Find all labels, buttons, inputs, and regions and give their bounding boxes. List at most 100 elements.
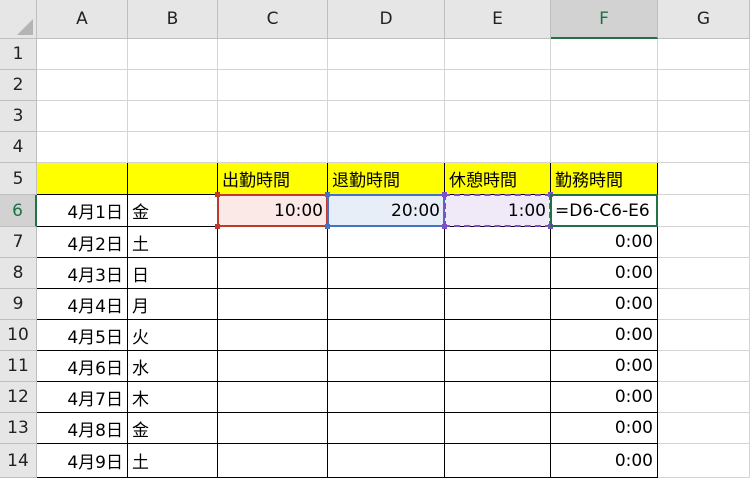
reference-corner-handle[interactable]	[548, 192, 553, 197]
row-header-8[interactable]: 8	[0, 258, 37, 289]
cell-a1[interactable]	[37, 39, 128, 70]
end-time-cell[interactable]	[328, 444, 445, 478]
cell-d1[interactable]	[328, 39, 445, 70]
work-time-cell[interactable]: 0:00	[551, 258, 658, 289]
column-header-c[interactable]: C	[218, 0, 328, 39]
cell-a2[interactable]	[37, 70, 128, 101]
formula-edit-cell[interactable]: =D6-C6-E6	[551, 195, 658, 227]
column-header-e[interactable]: E	[445, 0, 551, 39]
date-cell[interactable]: 4月3日	[37, 258, 128, 289]
cell-g13[interactable]	[658, 413, 750, 444]
header-cell-a5[interactable]	[37, 163, 128, 195]
cell-g9[interactable]	[658, 289, 750, 320]
header-cell-e5[interactable]: 休憩時間	[445, 163, 551, 195]
cell-d2[interactable]	[328, 70, 445, 101]
start-time-cell[interactable]	[218, 289, 328, 320]
cell-e2[interactable]	[445, 70, 551, 101]
start-time-cell[interactable]	[218, 351, 328, 382]
reference-corner-handle[interactable]	[215, 192, 220, 197]
end-time-cell[interactable]	[328, 320, 445, 351]
row-header-12[interactable]: 12	[0, 382, 37, 413]
break-time-cell[interactable]	[445, 351, 551, 382]
row-header-9[interactable]: 9	[0, 289, 37, 320]
header-cell-d5[interactable]: 退勤時間	[328, 163, 445, 195]
start-time-cell[interactable]: 10:00	[218, 195, 328, 227]
weekday-cell[interactable]: 水	[128, 351, 218, 382]
cell-g10[interactable]	[658, 320, 750, 351]
weekday-cell[interactable]: 日	[128, 258, 218, 289]
cell-f4[interactable]	[551, 132, 658, 163]
break-time-cell[interactable]	[445, 413, 551, 444]
column-header-g[interactable]: G	[658, 0, 750, 39]
cell-c3[interactable]	[218, 101, 328, 132]
end-time-cell[interactable]	[328, 258, 445, 289]
reference-corner-handle[interactable]	[215, 224, 220, 229]
end-time-cell[interactable]	[328, 382, 445, 413]
cell-g6[interactable]	[658, 195, 750, 227]
row-header-7[interactable]: 7	[0, 227, 37, 258]
start-time-cell[interactable]	[218, 382, 328, 413]
break-time-cell[interactable]	[445, 382, 551, 413]
weekday-cell[interactable]: 土	[128, 444, 218, 478]
row-header-6[interactable]: 6	[0, 195, 37, 227]
break-time-cell[interactable]	[445, 227, 551, 258]
weekday-cell[interactable]: 月	[128, 289, 218, 320]
row-header-14[interactable]: 14	[0, 444, 37, 478]
row-header-4[interactable]: 4	[0, 132, 37, 163]
cell-g8[interactable]	[658, 258, 750, 289]
cell-g14[interactable]	[658, 444, 750, 478]
reference-corner-handle[interactable]	[442, 192, 447, 197]
work-time-cell[interactable]: 0:00	[551, 444, 658, 478]
end-time-cell[interactable]	[328, 227, 445, 258]
cell-f2[interactable]	[551, 70, 658, 101]
reference-corner-handle[interactable]	[325, 192, 330, 197]
break-time-cell[interactable]	[445, 444, 551, 478]
work-time-cell[interactable]: 0:00	[551, 289, 658, 320]
end-time-cell[interactable]	[328, 289, 445, 320]
row-header-2[interactable]: 2	[0, 70, 37, 101]
date-cell[interactable]: 4月5日	[37, 320, 128, 351]
work-time-cell[interactable]: 0:00	[551, 320, 658, 351]
date-cell[interactable]: 4月9日	[37, 444, 128, 478]
work-time-cell[interactable]: 0:00	[551, 351, 658, 382]
weekday-cell[interactable]: 火	[128, 320, 218, 351]
cell-a4[interactable]	[37, 132, 128, 163]
cell-c1[interactable]	[218, 39, 328, 70]
cell-a3[interactable]	[37, 101, 128, 132]
break-time-cell[interactable]	[445, 320, 551, 351]
cell-e1[interactable]	[445, 39, 551, 70]
weekday-cell[interactable]: 木	[128, 382, 218, 413]
break-time-cell[interactable]	[445, 289, 551, 320]
row-header-1[interactable]: 1	[0, 39, 37, 70]
reference-corner-handle[interactable]	[442, 224, 447, 229]
cell-e4[interactable]	[445, 132, 551, 163]
row-header-3[interactable]: 3	[0, 101, 37, 132]
end-time-cell[interactable]: 20:00	[328, 195, 445, 227]
column-header-d[interactable]: D	[328, 0, 445, 39]
cell-g7[interactable]	[658, 227, 750, 258]
cell-b4[interactable]	[128, 132, 218, 163]
cell-g5[interactable]	[658, 163, 750, 195]
select-all-button[interactable]	[0, 0, 37, 39]
weekday-cell[interactable]: 金	[128, 413, 218, 444]
cell-c4[interactable]	[218, 132, 328, 163]
header-cell-c5[interactable]: 出勤時間	[218, 163, 328, 195]
cell-b3[interactable]	[128, 101, 218, 132]
start-time-cell[interactable]	[218, 413, 328, 444]
work-time-cell[interactable]: 0:00	[551, 382, 658, 413]
end-time-cell[interactable]	[328, 351, 445, 382]
cell-g4[interactable]	[658, 132, 750, 163]
column-header-f[interactable]: F	[551, 0, 658, 39]
cell-g2[interactable]	[658, 70, 750, 101]
row-header-5[interactable]: 5	[0, 163, 37, 195]
cell-d3[interactable]	[328, 101, 445, 132]
reference-corner-handle[interactable]	[548, 224, 553, 229]
start-time-cell[interactable]	[218, 444, 328, 478]
row-header-11[interactable]: 11	[0, 351, 37, 382]
cell-b2[interactable]	[128, 70, 218, 101]
work-time-cell[interactable]: 0:00	[551, 227, 658, 258]
cell-d4[interactable]	[328, 132, 445, 163]
cell-g11[interactable]	[658, 351, 750, 382]
cell-c2[interactable]	[218, 70, 328, 101]
end-time-cell[interactable]	[328, 413, 445, 444]
